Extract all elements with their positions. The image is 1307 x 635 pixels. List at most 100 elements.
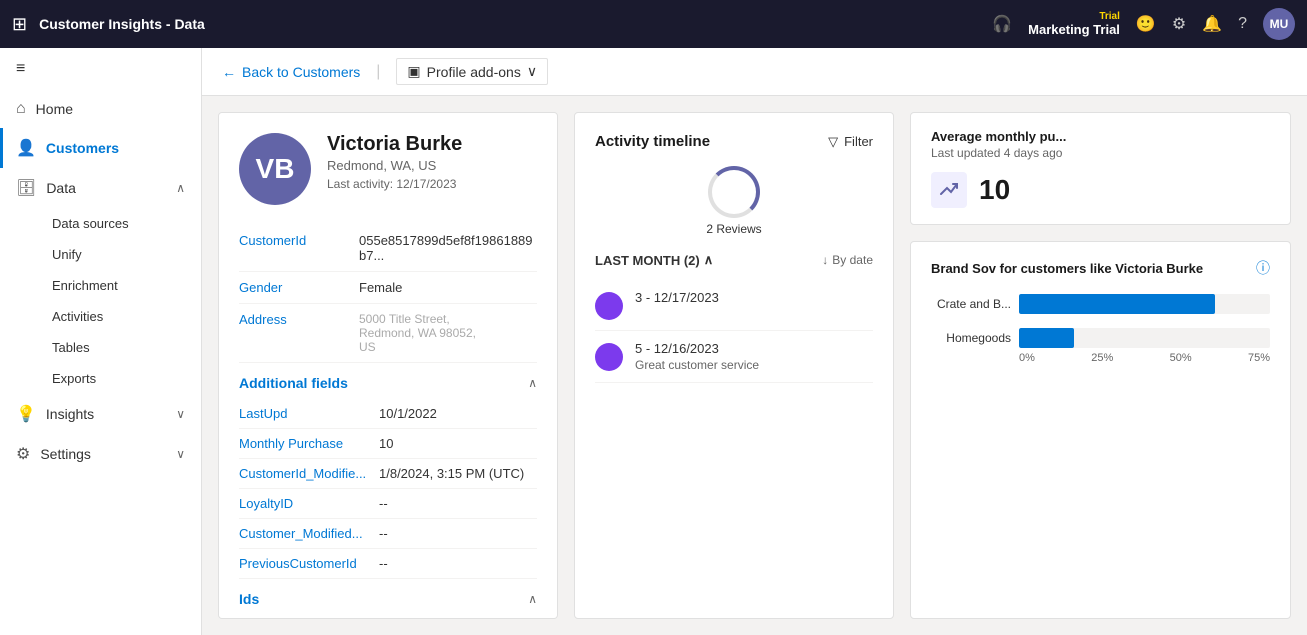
breadcrumb-bar: ← Back to Customers | ▣ Profile add-ons … <box>202 48 1307 96</box>
x-axis: 0% 25% 50% 75% <box>931 352 1270 364</box>
sidebar-item-unify[interactable]: Unify <box>40 239 201 270</box>
brand-title: Brand Sov for customers like Victoria Bu… <box>931 261 1203 276</box>
bar-row-1: Crate and B... <box>931 294 1270 314</box>
home-icon: ⌂ <box>16 100 26 118</box>
sidebar-item-data[interactable]: 🗄 Data ∧ <box>0 168 201 208</box>
sidebar-item-data-sources[interactable]: Data sources <box>40 208 201 239</box>
sidebar-submenu-data: Data sources Unify Enrichment Activities… <box>0 208 201 394</box>
field-value-customerid: 055e8517899d5ef8f19861889b7... <box>359 233 537 263</box>
af-row-lastupd: LastUpd 10/1/2022 <box>239 399 537 429</box>
settings-nav-icon: ⚙ <box>16 444 30 464</box>
metric-icon <box>931 172 967 208</box>
sidebar-label-activities: Activities <box>52 309 103 324</box>
bar-label-2: Homegoods <box>931 331 1011 345</box>
activity-item-1: 3 - 12/17/2023 <box>595 280 873 331</box>
customer-location: Redmond, WA, US <box>327 158 462 173</box>
data-collapse-icon: ∧ <box>176 181 185 195</box>
field-label-gender: Gender <box>239 280 359 295</box>
af-value-lastupd: 10/1/2022 <box>379 406 437 421</box>
af-label-loyaltyid: LoyaltyID <box>239 496 379 511</box>
ids-collapse-icon[interactable]: ∧ <box>528 592 537 606</box>
content-area: ← Back to Customers | ▣ Profile add-ons … <box>202 48 1307 635</box>
sidebar-label-customers: Customers <box>46 140 119 156</box>
back-to-customers-button[interactable]: ← Back to Customers <box>222 64 360 80</box>
back-label: Back to Customers <box>242 64 360 80</box>
additional-fields-header: Additional fields ∧ <box>239 363 537 399</box>
af-value-monthly-purchase: 10 <box>379 436 393 451</box>
sidebar-item-exports[interactable]: Exports <box>40 363 201 394</box>
sidebar-item-tables[interactable]: Tables <box>40 332 201 363</box>
trial-name: Marketing Trial <box>1028 22 1120 37</box>
af-row-monthly-purchase: Monthly Purchase 10 <box>239 429 537 459</box>
data-icon: 🗄 <box>16 178 36 198</box>
x-label-50: 50% <box>1170 352 1192 364</box>
grid-icon[interactable]: ⊞ <box>12 14 27 35</box>
sidebar-label-home: Home <box>36 101 73 117</box>
sidebar-label-tables: Tables <box>52 340 90 355</box>
activity-title: Activity timeline <box>595 133 710 150</box>
field-row-gender: Gender Female <box>239 272 537 304</box>
metric-value: 10 <box>979 174 1010 206</box>
headset-icon[interactable]: 🎧 <box>992 14 1012 34</box>
activity-content-2: 5 - 12/16/2023 Great customer service <box>635 341 759 372</box>
filter-button[interactable]: ▽ Filter <box>828 134 873 150</box>
af-label-monthly-purchase: Monthly Purchase <box>239 436 379 451</box>
ids-section-title: Ids <box>239 591 259 607</box>
sidebar-label-insights: Insights <box>46 406 94 422</box>
user-avatar[interactable]: MU <box>1263 8 1295 40</box>
sort-label: By date <box>832 253 873 267</box>
insights-collapse-icon: ∨ <box>176 407 185 421</box>
activity-card: Activity timeline ▽ Filter 2 Reviews LAS… <box>574 112 894 619</box>
app-title: Customer Insights - Data <box>39 16 980 32</box>
settings-icon[interactable]: ⚙ <box>1172 14 1186 34</box>
sidebar-label-data: Data <box>46 180 76 196</box>
customer-avatar: VB <box>239 133 311 205</box>
customer-header: VB Victoria Burke Redmond, WA, US Last a… <box>239 133 537 205</box>
field-value-gender: Female <box>359 280 402 295</box>
customer-info: Victoria Burke Redmond, WA, US Last acti… <box>327 133 462 191</box>
metric-title: Average monthly pu... <box>931 129 1270 144</box>
sort-icon: ↓ <box>822 253 828 267</box>
field-row-customerid: CustomerId 055e8517899d5ef8f19861889b7..… <box>239 225 537 272</box>
sidebar-item-home[interactable]: ⌂ Home <box>0 90 201 128</box>
sidebar-item-settings[interactable]: ⚙ Settings ∨ <box>0 434 201 474</box>
activity-desc-2: Great customer service <box>635 358 759 372</box>
sidebar-label-enrichment: Enrichment <box>52 278 118 293</box>
period-chevron-icon: ∧ <box>704 252 714 268</box>
activity-header: Activity timeline ▽ Filter <box>595 133 873 150</box>
af-label-customer-modified: Customer_Modified... <box>239 526 379 541</box>
activity-date-1: 3 - 12/17/2023 <box>635 290 719 305</box>
emoji-icon[interactable]: 🙂 <box>1136 14 1156 34</box>
hamburger-button[interactable]: ≡ <box>0 48 201 90</box>
reviews-count: 2 Reviews <box>706 222 761 236</box>
customer-card: VB Victoria Burke Redmond, WA, US Last a… <box>218 112 558 619</box>
sidebar-item-activities[interactable]: Activities <box>40 301 201 332</box>
period-label[interactable]: LAST MONTH (2) ∧ <box>595 252 713 268</box>
customer-last-activity: Last activity: 12/17/2023 <box>327 177 462 191</box>
x-label-25: 25% <box>1091 352 1113 364</box>
field-label-customerid: CustomerId <box>239 233 359 263</box>
activity-dot-1 <box>595 292 623 320</box>
customer-name: Victoria Burke <box>327 133 462 156</box>
activity-item-2: 5 - 12/16/2023 Great customer service <box>595 331 873 383</box>
af-row-loyaltyid: LoyaltyID -- <box>239 489 537 519</box>
af-row-previous-customerid: PreviousCustomerId -- <box>239 549 537 579</box>
af-row-customerid-modified: CustomerId_Modifie... 1/8/2024, 3:15 PM … <box>239 459 537 489</box>
additional-fields-title: Additional fields <box>239 375 348 391</box>
sidebar-label-data-sources: Data sources <box>52 216 129 231</box>
sidebar-item-customers[interactable]: 👤 Customers <box>0 128 201 168</box>
profile-addons-icon: ▣ <box>407 63 420 80</box>
additional-fields-collapse-icon[interactable]: ∧ <box>528 376 537 390</box>
info-icon[interactable]: ⓘ <box>1256 258 1270 278</box>
back-arrow-icon: ← <box>222 64 236 80</box>
brand-card: Brand Sov for customers like Victoria Bu… <box>910 241 1291 619</box>
bar-fill-1 <box>1019 294 1215 314</box>
help-icon[interactable]: ? <box>1238 15 1247 33</box>
profile-addons-button[interactable]: ▣ Profile add-ons ∨ <box>396 58 548 85</box>
bell-icon[interactable]: 🔔 <box>1202 14 1222 34</box>
sort-button[interactable]: ↓ By date <box>822 253 873 267</box>
sidebar-label-unify: Unify <box>52 247 82 262</box>
sidebar-item-enrichment[interactable]: Enrichment <box>40 270 201 301</box>
af-row-customer-modified: Customer_Modified... -- <box>239 519 537 549</box>
sidebar-item-insights[interactable]: 💡 Insights ∨ <box>0 394 201 434</box>
